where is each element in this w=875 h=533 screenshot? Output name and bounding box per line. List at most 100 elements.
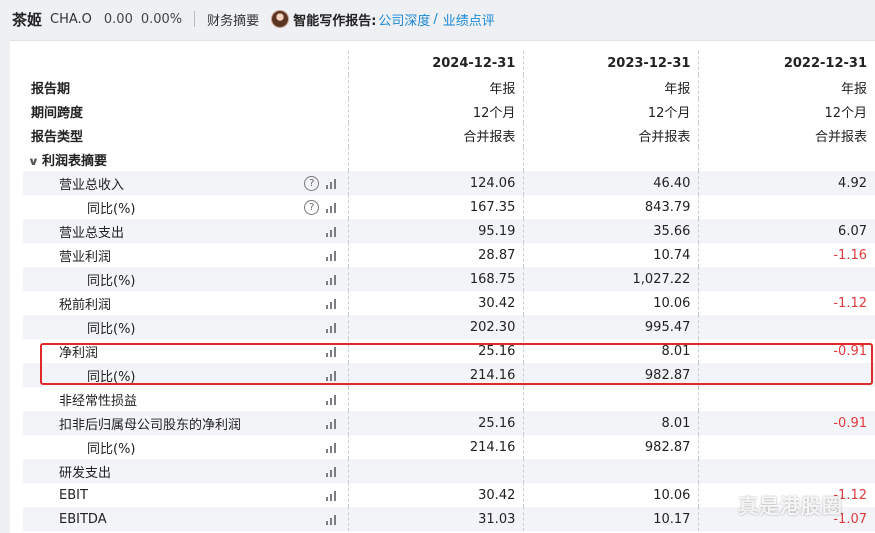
row-value: 8.01: [523, 411, 699, 435]
bar-chart-icon[interactable]: [326, 466, 340, 477]
meta-value: 12个月: [698, 99, 875, 123]
row-value: 30.42: [348, 483, 524, 507]
table-row: 同比(%) 202.30 995.47: [23, 315, 875, 339]
row-value: -0.91: [698, 339, 875, 363]
row-value: 10.06: [523, 483, 699, 507]
row-label: 营业总支出: [59, 225, 125, 241]
row-value: -0.91: [698, 411, 875, 435]
bar-chart-icon[interactable]: [326, 442, 340, 453]
bar-chart-icon[interactable]: [326, 514, 340, 525]
row-value: 10.17: [523, 507, 699, 531]
table-row: 营业总收入? 124.06 46.40 4.92: [23, 171, 875, 195]
row-value: 1,027.22: [523, 267, 699, 291]
ai-report-link-review[interactable]: 业绩点评: [443, 10, 495, 29]
stock-price: 0.00: [103, 11, 133, 27]
table-header-row: 2024-12-31 2023-12-31 2022-12-31: [23, 51, 875, 75]
ai-link-separator: /: [433, 11, 438, 27]
meta-row: 报告类型 合并报表 合并报表 合并报表: [23, 123, 875, 147]
row-label: 净利润: [59, 345, 99, 361]
bar-chart-icon[interactable]: [326, 394, 340, 405]
row-label: 非经常性损益: [59, 393, 138, 409]
row-value: -1.12: [698, 291, 875, 315]
row-value: 167.35: [348, 195, 524, 219]
row-label: 同比(%): [87, 201, 136, 217]
table-row: 同比(%) 168.75 1,027.22: [23, 267, 875, 291]
row-value: [698, 363, 875, 387]
table-row: 税前利润 30.42 10.06 -1.12: [23, 291, 875, 315]
bar-chart-icon[interactable]: [326, 418, 340, 429]
meta-label: 期间跨度: [23, 99, 349, 123]
row-value: 4.92: [698, 171, 875, 195]
ai-report-label: 智能写作报告:: [293, 13, 377, 29]
meta-row: 期间跨度 12个月 12个月 12个月: [23, 99, 875, 123]
bar-chart-icon[interactable]: [326, 178, 340, 189]
meta-row: 报告期 年报 年报 年报: [23, 75, 875, 99]
row-value: 124.06: [348, 171, 524, 195]
chevron-down-icon[interactable]: ∨: [28, 155, 40, 168]
row-label: 同比(%): [87, 441, 136, 457]
section-title-income: 利润表摘要: [41, 153, 107, 169]
bar-chart-icon[interactable]: [326, 202, 340, 213]
bar-chart-icon[interactable]: [326, 274, 340, 285]
meta-value: 12个月: [523, 99, 699, 123]
meta-value: 12个月: [348, 99, 524, 123]
row-value: 35.66: [523, 219, 699, 243]
row-value: 982.87: [523, 435, 699, 459]
meta-value: 合并报表: [348, 123, 524, 147]
divider: [194, 11, 196, 27]
row-value: [523, 387, 699, 411]
row-value: [698, 387, 875, 411]
row-value: 982.87: [523, 363, 699, 387]
meta-value: 年报: [523, 75, 699, 99]
watermark: 真是港股圈: [738, 494, 843, 518]
row-value: [523, 459, 699, 483]
header-label-cell: [23, 51, 349, 75]
row-value: 30.42: [348, 291, 524, 315]
stock-code: CHA.O: [50, 11, 92, 27]
row-value: 25.16: [348, 339, 524, 363]
meta-value: 年报: [348, 75, 524, 99]
row-label: 税前利润: [59, 297, 112, 313]
section-row[interactable]: ∨ 利润表摘要: [23, 147, 875, 171]
row-label: 扣非后归属母公司股东的净利润: [59, 417, 242, 433]
table-row: 非经常性损益: [23, 387, 875, 411]
row-value: 10.06: [523, 291, 699, 315]
column-header[interactable]: 2022-12-31: [698, 51, 875, 75]
stock-name: 茶姬: [12, 10, 43, 29]
row-label: 同比(%): [87, 369, 136, 385]
stock-change: 0.00%: [140, 11, 183, 27]
row-value: 8.01: [523, 339, 699, 363]
stock-header: 茶姬 CHA.O 0.00 0.00% 财务摘要 智能写作报告: 公司深度 / …: [0, 0, 875, 38]
row-value: [698, 315, 875, 339]
row-value: 995.47: [523, 315, 699, 339]
bar-chart-icon[interactable]: [326, 370, 340, 381]
bar-chart-icon[interactable]: [326, 346, 340, 357]
column-header[interactable]: 2024-12-31: [348, 51, 524, 75]
help-circle-icon[interactable]: ?: [304, 199, 320, 215]
financial-summary-table: 2024-12-31 2023-12-31 2022-12-31 报告期 年报 年报…: [23, 51, 875, 531]
table-row: 净利润 25.16 8.01 -0.91: [23, 339, 875, 363]
bar-chart-icon[interactable]: [326, 490, 340, 501]
table-row: 同比(%) 214.16 982.87: [23, 435, 875, 459]
bar-chart-icon[interactable]: [326, 250, 340, 261]
row-label: EBIT: [59, 487, 88, 503]
meta-value: 合并报表: [698, 123, 875, 147]
row-value: [698, 435, 875, 459]
column-header[interactable]: 2023-12-31: [523, 51, 699, 75]
row-label: EBITDA: [59, 511, 107, 527]
row-label: 营业总收入: [59, 177, 125, 193]
row-value: [698, 459, 875, 483]
bar-chart-icon[interactable]: [326, 298, 340, 309]
bar-chart-icon[interactable]: [326, 322, 340, 333]
table-row: 同比(%) 214.16 982.87: [23, 363, 875, 387]
row-value: 168.75: [348, 267, 524, 291]
help-circle-icon[interactable]: ?: [304, 175, 320, 191]
meta-label: 报告期: [23, 75, 349, 99]
avatar: [271, 10, 290, 28]
table-row: 营业利润 28.87 10.74 -1.16: [23, 243, 875, 267]
bar-chart-icon[interactable]: [326, 226, 340, 237]
row-value: 95.19: [348, 219, 524, 243]
row-value: 46.40: [523, 171, 699, 195]
row-label: 营业利润: [59, 249, 112, 265]
ai-report-link-depth[interactable]: 公司深度: [378, 10, 430, 29]
